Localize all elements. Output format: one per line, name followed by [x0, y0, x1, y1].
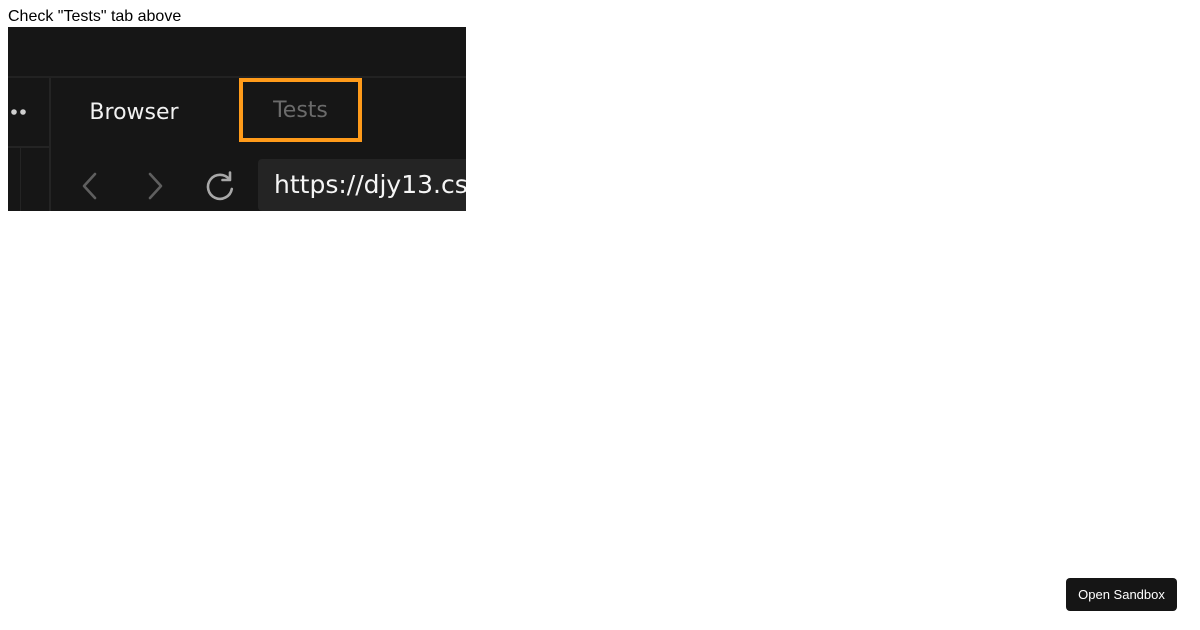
tab-browser: Browser	[89, 99, 179, 125]
hint-left-strip	[8, 78, 51, 211]
page: Check "Tests" tab above Browser Tests ht…	[0, 0, 1200, 630]
hint-top-bar	[8, 27, 466, 78]
refresh-icon	[206, 171, 234, 201]
more-dots-icon	[11, 109, 26, 115]
url-bar: https://djy13.csb	[258, 159, 466, 211]
forward-icon	[148, 172, 163, 200]
back-icon	[82, 172, 97, 200]
instruction-text: Check "Tests" tab above	[8, 8, 182, 25]
hint-divider	[20, 148, 21, 211]
tests-tab-hint-image: Browser Tests https://djy13.csb	[8, 27, 466, 211]
hint-divider	[8, 146, 49, 148]
tab-tests-highlighted: Tests	[239, 78, 362, 142]
open-sandbox-button[interactable]: Open Sandbox	[1066, 578, 1177, 611]
